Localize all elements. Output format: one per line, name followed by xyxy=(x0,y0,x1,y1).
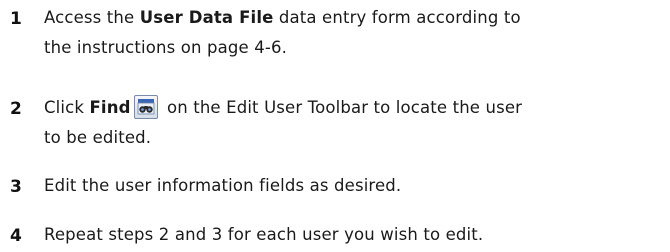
step-text-part: on the Edit User Toolbar to locate the u… xyxy=(161,98,523,117)
step-text-part: Access the xyxy=(44,8,140,27)
find-binoculars-icon xyxy=(133,95,158,119)
step-text-line: to be edited. xyxy=(44,128,152,147)
step-number: 2 xyxy=(10,99,22,119)
step-number: 4 xyxy=(10,226,22,246)
step-bold-term: Find xyxy=(89,98,131,117)
step-text: Repeat steps 2 and 3 for each user you w… xyxy=(44,225,484,244)
step-text-part: data entry form according to xyxy=(273,8,521,27)
step-text: Edit the user information fields as desi… xyxy=(44,176,402,195)
step-text: Access the User Data File data entry for… xyxy=(44,3,664,63)
step-number: 3 xyxy=(10,177,22,197)
step-bold-term: User Data File xyxy=(139,8,274,27)
step-text-line: the instructions on page 4-6. xyxy=(44,38,287,57)
step-number: 1 xyxy=(10,9,22,29)
step-text: Click Find on the Edit User Toolbar to l… xyxy=(44,93,664,153)
step-text-part: Click xyxy=(44,98,90,117)
